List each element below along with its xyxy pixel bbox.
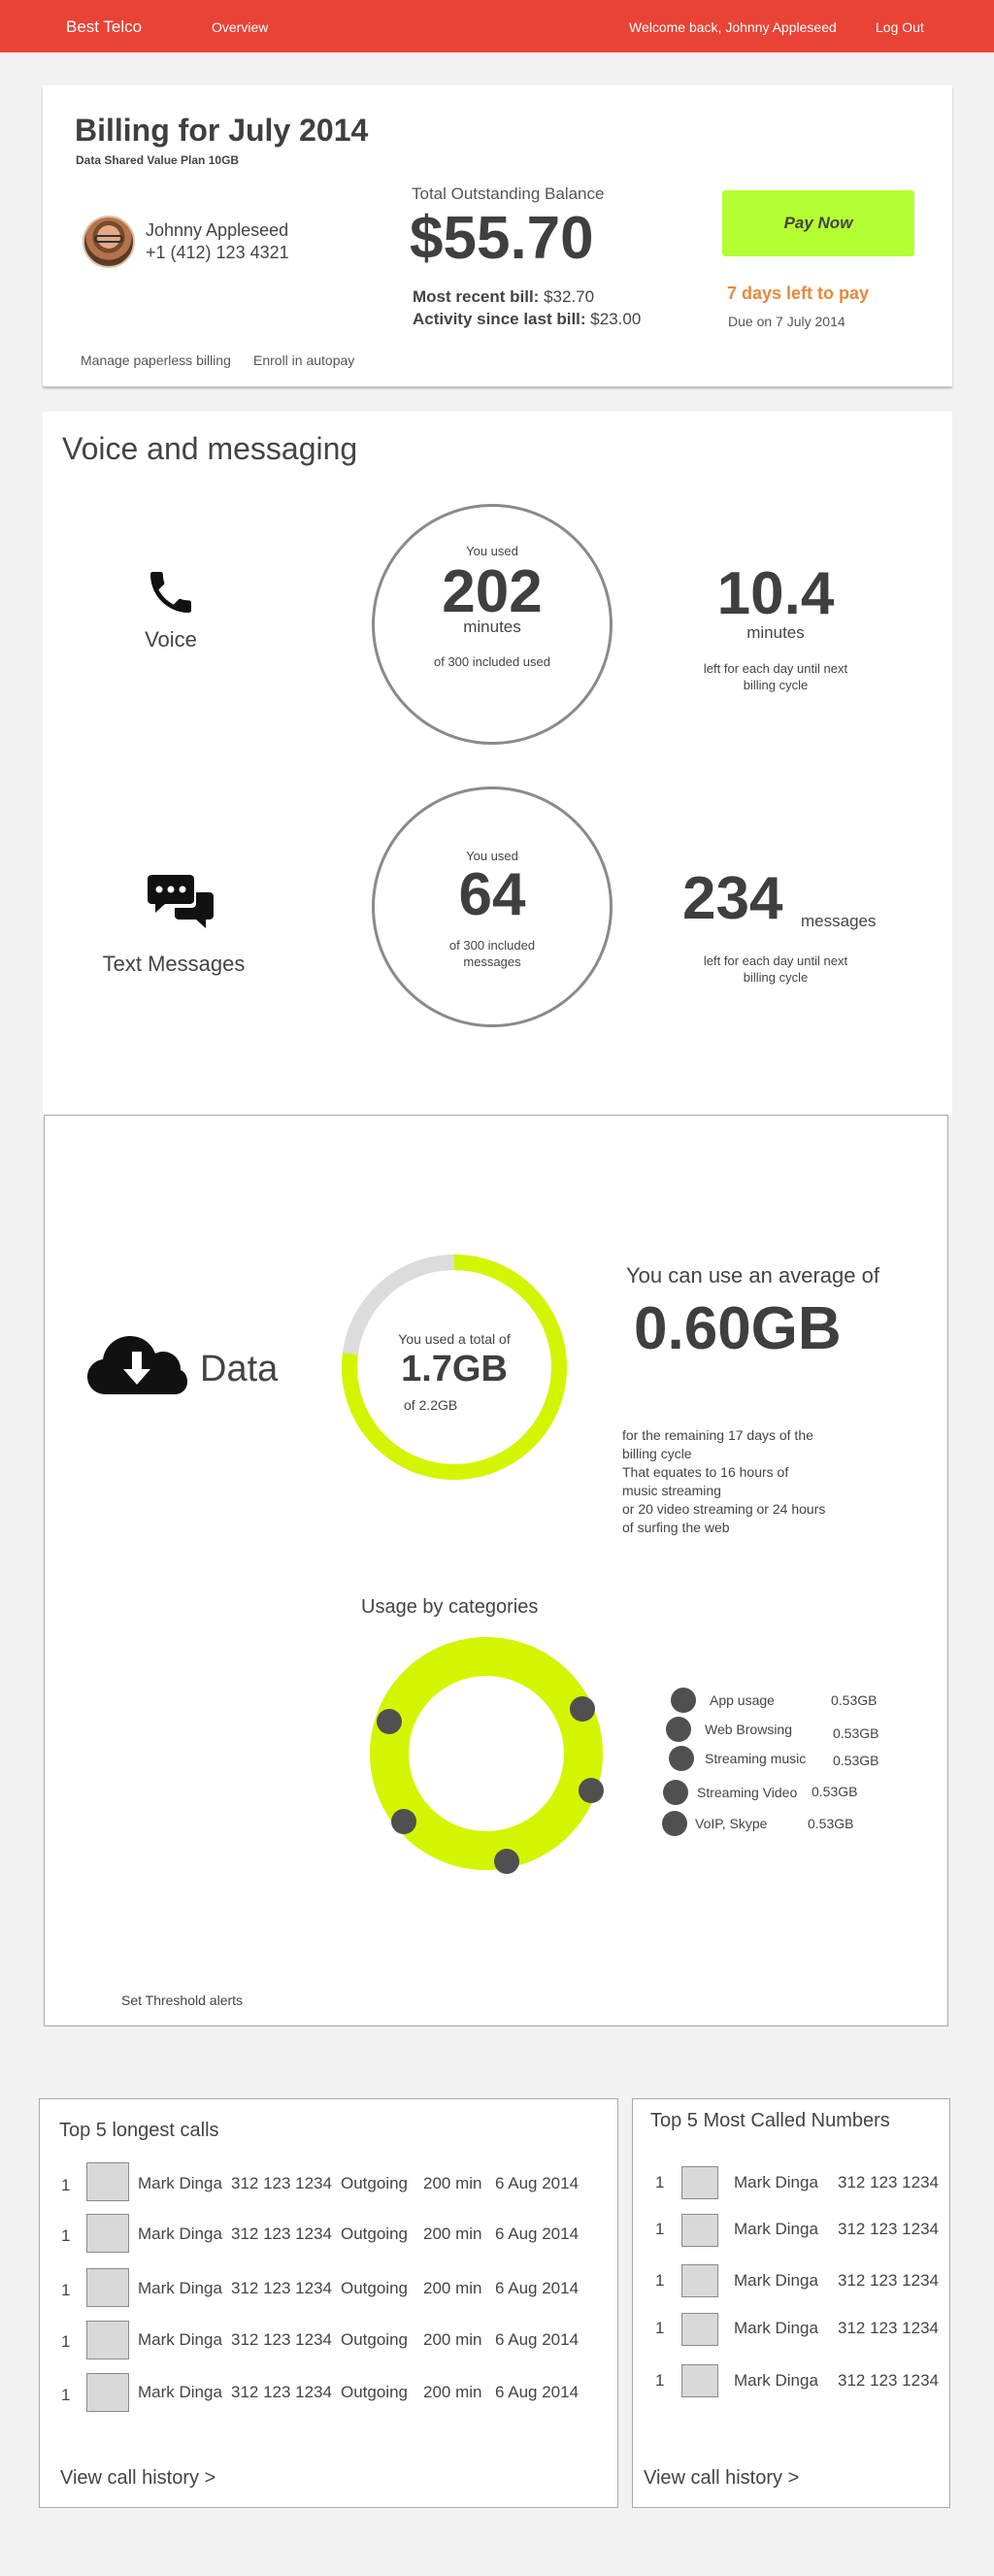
contact-thumbnail (86, 2268, 129, 2307)
voice-daily-unit: minutes (746, 623, 805, 642)
legend-dot (663, 1780, 688, 1805)
pay-now-button[interactable]: Pay Now (722, 190, 914, 256)
voice-used-caption: You used (466, 544, 518, 558)
balance-amount: $55.70 (410, 205, 594, 272)
enroll-autopay-link[interactable]: Enroll in autopay (253, 352, 354, 368)
brand-logo[interactable]: Best Telco (66, 0, 142, 54)
data-label: Data (200, 1349, 279, 1389)
contact-thumbnail (681, 2214, 718, 2247)
legend-label: Web Browsing (705, 1722, 793, 1737)
data-used-of: of 2.2GB (404, 1397, 458, 1413)
billing-title: Billing for July 2014 (75, 113, 369, 148)
manage-paperless-link[interactable]: Manage paperless billing (81, 352, 231, 368)
text-included: of 300 included messages (448, 938, 536, 969)
plan-name: Data Shared Value Plan 10GB (76, 153, 240, 167)
cloud-download-icon (86, 1334, 187, 1396)
days-left-warning: 7 days left to pay (727, 284, 870, 303)
activity-since-bill: Activity since last bill: $23.00 (413, 310, 642, 328)
data-usage-card: Data You used a total of 1.7GB of 2.2GB … (44, 1115, 948, 2026)
category-marker (570, 1696, 595, 1722)
balance-label: Total Outstanding Balance (412, 184, 605, 203)
due-date: Due on 7 July 2014 (728, 314, 845, 329)
legend-value: 0.53GB (808, 1816, 854, 1831)
top-nav-bar: Best Telco Overview Welcome back, Johnny… (0, 0, 994, 52)
text-used-value: 64 (458, 861, 526, 928)
logout-link[interactable]: Log Out (876, 0, 924, 54)
welcome-message: Welcome back, Johnny Appleseed (629, 19, 837, 35)
legend-dot (669, 1746, 694, 1771)
user-name: Johnny Appleseed (146, 220, 289, 240)
category-marker (579, 1778, 604, 1803)
legend-label: App usage (710, 1692, 775, 1708)
voice-label: Voice (145, 627, 197, 652)
category-marker (391, 1809, 416, 1834)
section-title: Voice and messaging (62, 431, 358, 466)
voice-included: of 300 included used (434, 654, 550, 669)
view-call-history-link[interactable]: View call history > (644, 2467, 799, 2490)
contact-thumbnail (681, 2364, 718, 2397)
most-called-card: Top 5 Most Called Numbers 1 Mark Dinga 3… (632, 2098, 950, 2508)
chat-bubbles-icon (148, 873, 215, 935)
contact-thumbnail (86, 2373, 129, 2412)
longest-calls-card: Top 5 longest calls 1 Mark Dinga 312 123… (39, 2098, 618, 2508)
contact-thumbnail (681, 2166, 718, 2199)
user-phone: +1 (412) 123 4321 (146, 243, 289, 262)
data-average-details: for the remaining 17 days of the billing… (622, 1427, 826, 1535)
set-threshold-alerts-link[interactable]: Set Threshold alerts (121, 1992, 243, 2008)
text-daily-value: 234 (682, 865, 783, 932)
text-messages-label: Text Messages (102, 952, 246, 976)
longest-calls-title: Top 5 longest calls (59, 2120, 219, 2141)
category-marker (377, 1709, 402, 1734)
legend-dot (671, 1688, 696, 1713)
legend-label: VoIP, Skype (695, 1816, 768, 1831)
categories-donut (365, 1632, 608, 1875)
most-called-title: Top 5 Most Called Numbers (650, 2110, 890, 2131)
legend-label: Streaming Video (697, 1785, 798, 1800)
view-call-history-link[interactable]: View call history > (60, 2467, 215, 2490)
data-average-heading: You can use an average of (626, 1263, 879, 1288)
data-used-caption: You used a total of (398, 1331, 511, 1347)
legend-dot (662, 1811, 687, 1836)
categories-ring (370, 1637, 603, 1870)
contact-thumbnail (681, 2313, 718, 2346)
categories-title: Usage by categories (361, 1596, 539, 1618)
phone-icon (144, 565, 198, 619)
nav-overview-link[interactable]: Overview (212, 0, 268, 54)
recent-bill: Most recent bill: $32.70 (413, 287, 595, 306)
voice-used-value: 202 (442, 558, 543, 625)
legend-value: 0.53GB (833, 1753, 879, 1768)
contact-thumbnail (86, 2321, 129, 2359)
text-daily-caption: left for each day until next billing cyc… (703, 953, 848, 985)
legend-dot (666, 1717, 691, 1742)
legend-value: 0.53GB (812, 1784, 858, 1799)
contact-thumbnail (681, 2264, 718, 2297)
voice-daily-caption: left for each day until next billing cyc… (703, 661, 848, 692)
data-average-value: 0.60GB (634, 1295, 842, 1362)
legend-label: Streaming music (705, 1751, 807, 1766)
voice-messaging-card: Voice and messaging Voice You used 202 m… (43, 412, 952, 1116)
voice-used-unit: minutes (463, 618, 521, 636)
billing-summary-card: Billing for July 2014 Data Shared Value … (43, 85, 952, 386)
category-marker (494, 1849, 519, 1874)
text-daily-unit: messages (801, 912, 877, 930)
legend-value: 0.53GB (833, 1725, 879, 1741)
contact-thumbnail (86, 2162, 129, 2201)
avatar (83, 216, 135, 268)
voice-daily-value: 10.4 (716, 560, 835, 627)
legend-value: 0.53GB (831, 1692, 878, 1708)
contact-thumbnail (86, 2214, 129, 2253)
data-used-value: 1.7GB (401, 1349, 508, 1389)
